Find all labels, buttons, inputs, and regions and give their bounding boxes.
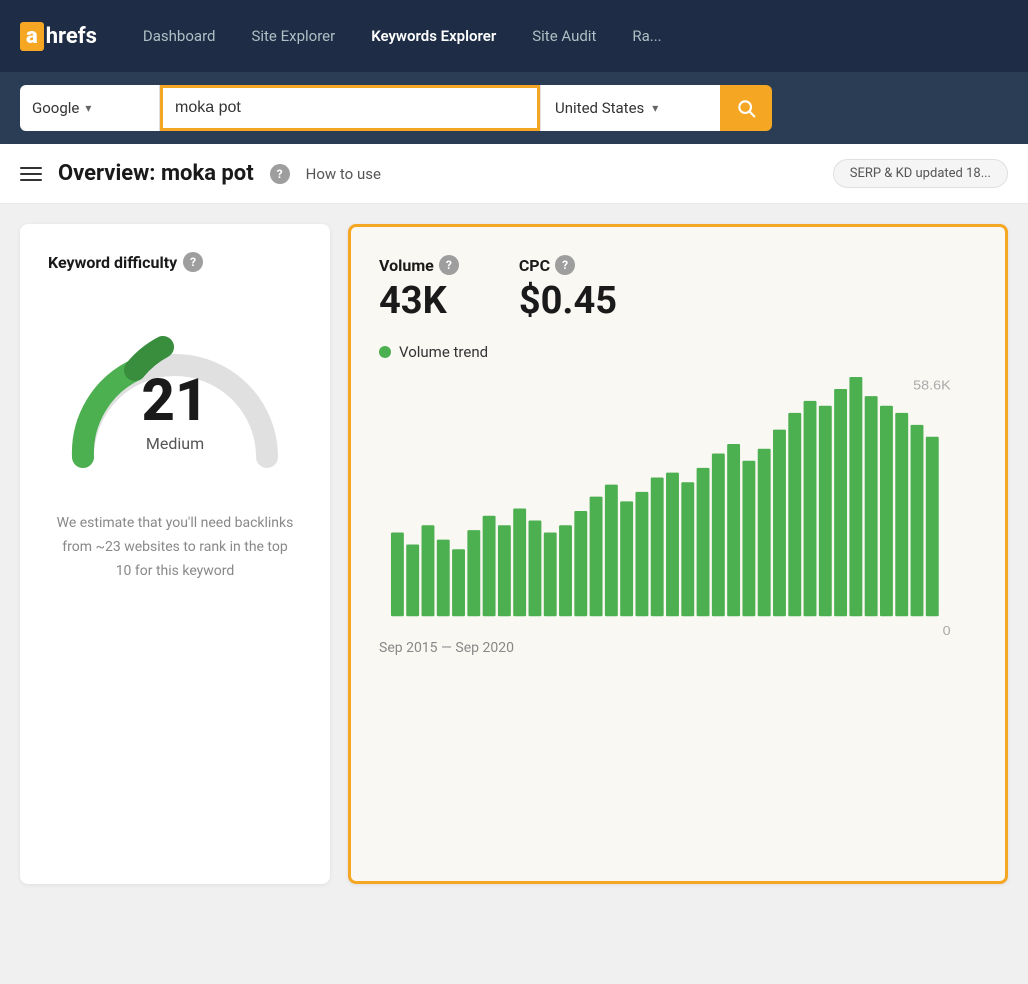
overview-title: Overview: moka pot bbox=[58, 161, 254, 186]
search-bar: Google ▾ United States ▾ bbox=[0, 72, 1028, 144]
logo[interactable]: ahrefs bbox=[20, 22, 97, 51]
search-button[interactable] bbox=[720, 85, 772, 131]
serp-badge: SERP & KD updated 18... bbox=[833, 159, 1008, 188]
how-to-use-link[interactable]: How to use bbox=[306, 165, 381, 183]
kd-help-icon[interactable]: ? bbox=[183, 252, 203, 272]
search-input-wrap bbox=[160, 85, 540, 131]
nav-keywords-explorer[interactable]: Keywords Explorer bbox=[357, 0, 510, 72]
main-content: Keyword difficulty ? 21 Medium We estima… bbox=[0, 204, 1028, 904]
volume-metric: Volume ? 43K bbox=[379, 255, 459, 323]
volume-help-icon[interactable]: ? bbox=[439, 255, 459, 275]
kd-title: Keyword difficulty ? bbox=[48, 252, 203, 272]
hamburger-icon[interactable] bbox=[20, 167, 42, 181]
country-label: United States bbox=[555, 99, 644, 117]
trend-dot-icon bbox=[379, 346, 391, 358]
overview-help-icon[interactable]: ? bbox=[270, 164, 290, 184]
engine-label: Google bbox=[32, 99, 79, 117]
cpc-label: CPC bbox=[519, 256, 550, 275]
cpc-value: $0.45 bbox=[519, 279, 617, 323]
nav-rank-tracker[interactable]: Ra... bbox=[618, 0, 675, 72]
volume-trend-label: Volume trend bbox=[379, 343, 977, 361]
navbar: ahrefs Dashboard Site Explorer Keywords … bbox=[0, 0, 1028, 72]
nav-site-explorer[interactable]: Site Explorer bbox=[237, 0, 349, 72]
search-icon bbox=[736, 98, 756, 118]
country-select[interactable]: United States ▾ bbox=[540, 85, 720, 131]
engine-select[interactable]: Google ▾ bbox=[20, 85, 160, 131]
kd-card: Keyword difficulty ? 21 Medium We estima… bbox=[20, 224, 330, 884]
volume-card: Volume ? 43K CPC ? $0.45 Volume trend 58… bbox=[348, 224, 1008, 884]
nav-site-audit[interactable]: Site Audit bbox=[518, 0, 610, 72]
kd-label: Medium bbox=[142, 434, 209, 453]
trend-text: Volume trend bbox=[399, 343, 488, 361]
volume-label: Volume bbox=[379, 256, 434, 275]
engine-chevron-icon: ▾ bbox=[85, 101, 91, 115]
chart-area: 58.6K 0 Sep 2015 — Sep 2020 bbox=[379, 377, 977, 853]
volume-value: 43K bbox=[379, 279, 459, 323]
svg-text:58.6K: 58.6K bbox=[913, 378, 951, 392]
country-chevron-icon: ▾ bbox=[652, 101, 658, 115]
nav-dashboard[interactable]: Dashboard bbox=[129, 0, 230, 72]
logo-hrefs: hrefs bbox=[46, 24, 97, 49]
cpc-metric: CPC ? $0.45 bbox=[519, 255, 617, 323]
svg-text:0: 0 bbox=[943, 624, 951, 637]
date-range-text: Sep 2015 — Sep 2020 bbox=[379, 640, 514, 656]
kd-description: We estimate that you'll need backlinks f… bbox=[55, 512, 295, 583]
gauge-wrap: 21 Medium bbox=[55, 302, 295, 482]
vc-metrics: Volume ? 43K CPC ? $0.45 bbox=[379, 255, 977, 323]
cpc-help-icon[interactable]: ? bbox=[555, 255, 575, 275]
logo-a: a bbox=[20, 22, 44, 51]
gauge-center: 21 Medium bbox=[142, 372, 209, 453]
kd-score: 21 bbox=[142, 372, 209, 430]
chart-date-range: Sep 2015 — Sep 2020 bbox=[379, 637, 977, 656]
overview-bar: Overview: moka pot ? How to use SERP & K… bbox=[0, 144, 1028, 204]
search-input[interactable] bbox=[163, 88, 537, 128]
volume-trend-chart: 58.6K 0 bbox=[379, 377, 977, 637]
